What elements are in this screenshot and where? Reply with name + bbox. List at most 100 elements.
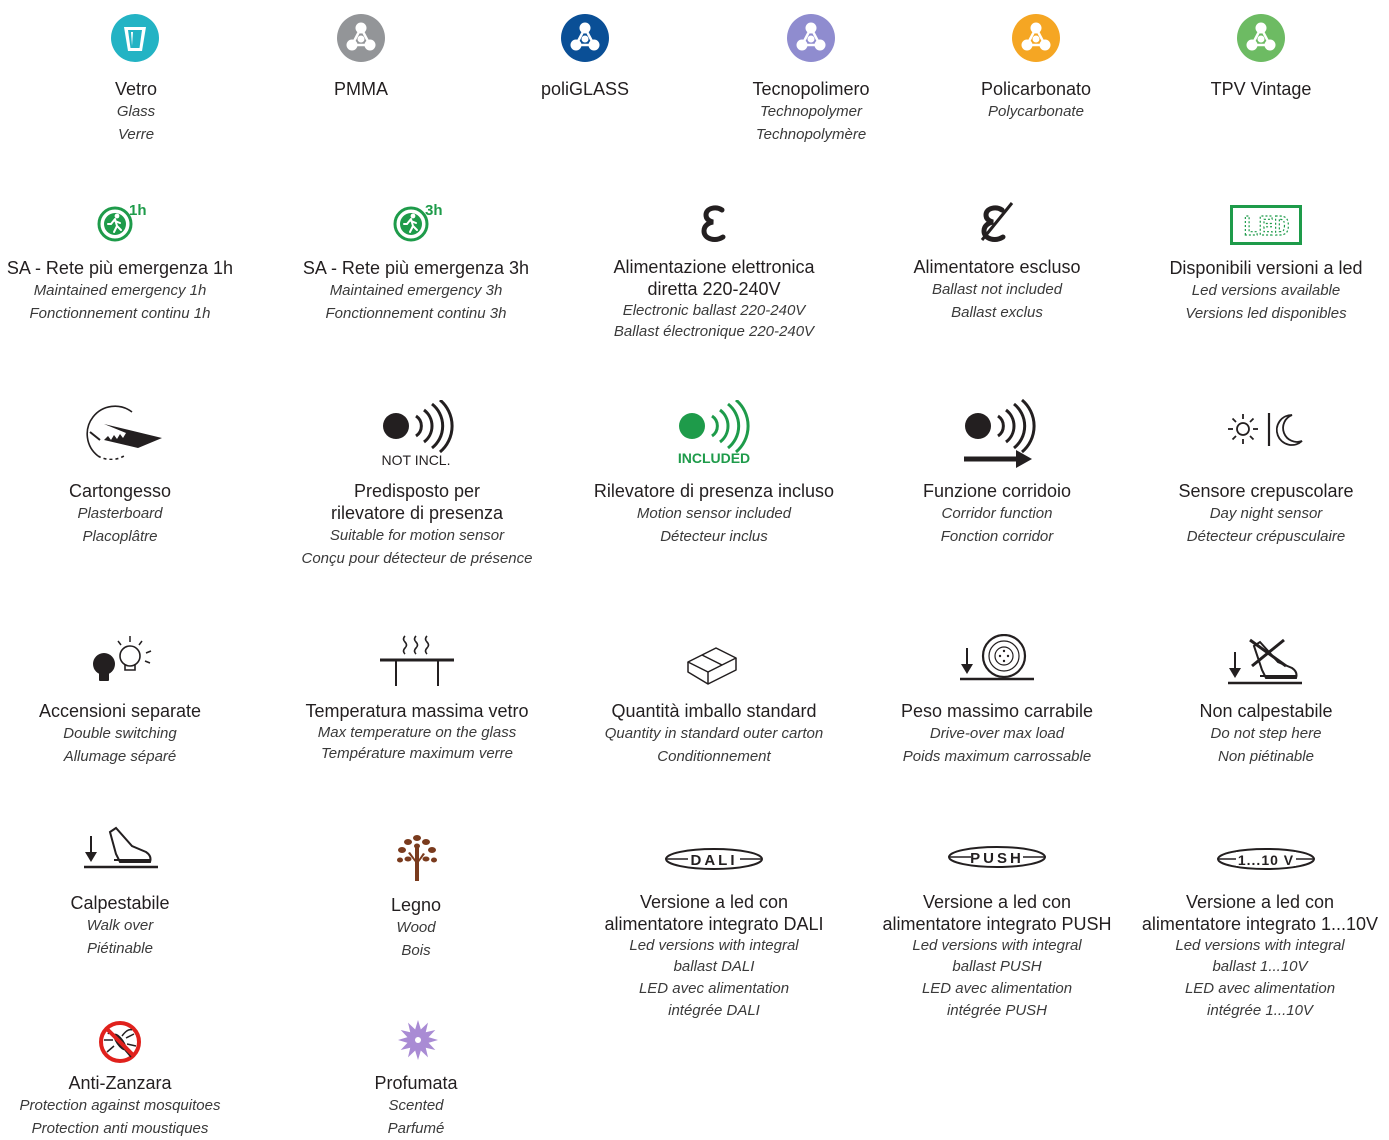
motion-sensor-included-icon: INCLUDED [672, 398, 756, 468]
item-title: Quantità imballo standard [611, 701, 817, 721]
feature-walk-over: Calpestabile Walk over Piétinable [0, 892, 240, 960]
item-fr: Non piétinable [1218, 748, 1314, 765]
item-title: poliGLASS [540, 79, 630, 99]
item-fr: Verre [117, 126, 155, 143]
item-en: Polycarbonate [988, 103, 1084, 120]
dali-badge-icon: DALI [664, 847, 764, 871]
item-en-line2: ballast 1...10V [1212, 958, 1308, 975]
item-title: Temperatura massima vetro [305, 701, 529, 721]
feature-standard-carton: Quantità imballo standard Quantity in st… [584, 700, 844, 768]
item-en: Drive-over max load [929, 725, 1065, 742]
item-en: Glass [116, 103, 156, 120]
glass-cup-icon [111, 14, 159, 62]
item-fr: Conçu pour détecteur de présence [301, 550, 533, 567]
emergency-exit-3h-icon: 3h [391, 198, 449, 244]
material-tpv-vintage: TPV Vintage [1161, 78, 1361, 100]
technopolymer-material-icon [787, 14, 835, 62]
item-en: Electronic ballast 220-240V [622, 302, 806, 319]
item-en: Do not step here [1210, 725, 1322, 742]
item-title-line2: diretta 220-240V [647, 279, 781, 299]
corridor-function-icon [958, 398, 1038, 472]
item-en-line2: ballast DALI [673, 958, 755, 975]
item-title-line2: alimentatore integrato DALI [604, 914, 824, 934]
feature-anti-mosquito: Anti-Zanzara Protection against mosquito… [0, 1072, 240, 1140]
feature-plasterboard: Cartongesso Plasterboard Placoplâtre [0, 480, 240, 548]
feature-1-10v: Versione a led con alimentatore integrat… [1131, 891, 1389, 1021]
item-en: Maintained emergency 3h [329, 282, 503, 299]
item-title: Rilevatore di presenza incluso [593, 481, 835, 501]
feature-emergency-3h: SA - Rete più emergenza 3h Maintained em… [296, 257, 536, 325]
item-fr: Détecteur crépusculaire [1186, 528, 1346, 545]
item-en: Led versions with integral [912, 937, 1082, 954]
item-fr: Bois [401, 942, 431, 959]
item-en: Motion sensor included [636, 505, 792, 522]
item-en: Led versions with integral [629, 937, 799, 954]
carton-box-icon [686, 642, 738, 686]
item-fr: Ballast électronique 220-240V [613, 323, 815, 340]
item-title: Versione a led con [1185, 892, 1335, 912]
anti-mosquito-icon [98, 1020, 142, 1064]
material-pmma: PMMA [261, 78, 461, 100]
item-title-line2: rilevatore di presenza [330, 503, 504, 523]
item-en: Max temperature on the glass [317, 724, 517, 741]
item-title: Anti-Zanzara [68, 1073, 172, 1093]
no-step-shoe-icon [1226, 636, 1306, 690]
item-en: Suitable for motion sensor [329, 527, 505, 544]
plasterboard-saw-icon [76, 402, 164, 461]
item-en: Scented [388, 1097, 444, 1114]
badge-text: 1h [129, 202, 147, 219]
item-title: Vetro [114, 79, 158, 99]
badge-text: PUSH [970, 850, 1024, 867]
item-title: Tecnopolimero [752, 79, 870, 99]
item-title: Versione a led con [639, 892, 789, 912]
feature-double-switching: Accensioni separate Double switching All… [0, 700, 240, 768]
item-en: Ballast not included [931, 281, 1063, 298]
double-switching-bulbs-icon [90, 634, 154, 684]
feature-ballast-excluded: Alimentatore escluso Ballast not include… [877, 256, 1117, 324]
item-en-line2: ballast PUSH [952, 958, 1042, 975]
led-label: LED [1243, 212, 1290, 242]
item-fr: LED avec alimentation [1184, 980, 1336, 997]
item-fr: Détecteur inclus [660, 528, 768, 545]
item-fr-line2: intégrée DALI [668, 1002, 760, 1019]
item-en: Technopolymer [759, 103, 862, 120]
item-fr: Conditionnement [657, 748, 771, 765]
item-fr-line2: intégrée PUSH [946, 1002, 1048, 1019]
material-poliglass: poliGLASS [485, 78, 685, 100]
item-en: Corridor function [941, 505, 1053, 522]
item-en: Maintained emergency 1h [33, 282, 207, 299]
item-title-line2: alimentatore integrato PUSH [882, 914, 1112, 934]
emergency-exit-1h-icon: 1h [95, 198, 153, 244]
pmma-material-icon [337, 14, 385, 62]
ballast-excluded-icon [976, 200, 1016, 244]
scented-flower-icon [396, 1018, 440, 1062]
item-en: Walk over [86, 917, 154, 934]
item-fr: Versions led disponibles [1185, 305, 1347, 322]
badge-text: NOT INCL. [382, 452, 451, 468]
item-title: PMMA [334, 79, 388, 99]
item-fr: Technopolymère [755, 126, 867, 143]
feature-motion-sensor-included: Rilevatore di presenza incluso Motion se… [584, 480, 844, 548]
item-title: Funzione corridoio [922, 481, 1072, 501]
item-title: Disponibili versioni a led [1169, 258, 1363, 278]
material-tecnopolimero: Tecnopolimero Technopolymer Technopolymè… [711, 78, 911, 146]
item-fr: Fonction corridor [940, 528, 1054, 545]
item-en: Plasterboard [77, 505, 163, 522]
feature-scented: Profumata Scented Parfumé [296, 1072, 536, 1140]
feature-electronic-ballast: Alimentazione elettronica diretta 220-24… [584, 256, 844, 342]
feature-led-available: Disponibili versioni a led Led versions … [1146, 257, 1386, 325]
item-title: Versione a led con [922, 892, 1072, 912]
item-fr: Allumage séparé [63, 748, 177, 765]
item-title: Legno [390, 895, 442, 915]
polycarbonate-material-icon [1012, 14, 1060, 62]
badge-text: 1...10 V [1238, 852, 1294, 868]
material-policarbonato: Policarbonato Polycarbonate [936, 78, 1136, 123]
feature-day-night-sensor: Sensore crepuscolare Day night sensor Dé… [1146, 480, 1386, 548]
item-fr: Protection anti moustiques [31, 1120, 209, 1137]
item-fr: Fonctionnement continu 1h [29, 305, 211, 322]
feature-no-step: Non calpestabile Do not step here Non pi… [1146, 700, 1386, 768]
feature-corridor-function: Funzione corridoio Corridor function Fon… [877, 480, 1117, 548]
motion-sensor-not-included-icon: NOT INCL. [376, 398, 460, 468]
item-en: Day night sensor [1209, 505, 1323, 522]
drive-over-wheel-icon [958, 633, 1038, 686]
